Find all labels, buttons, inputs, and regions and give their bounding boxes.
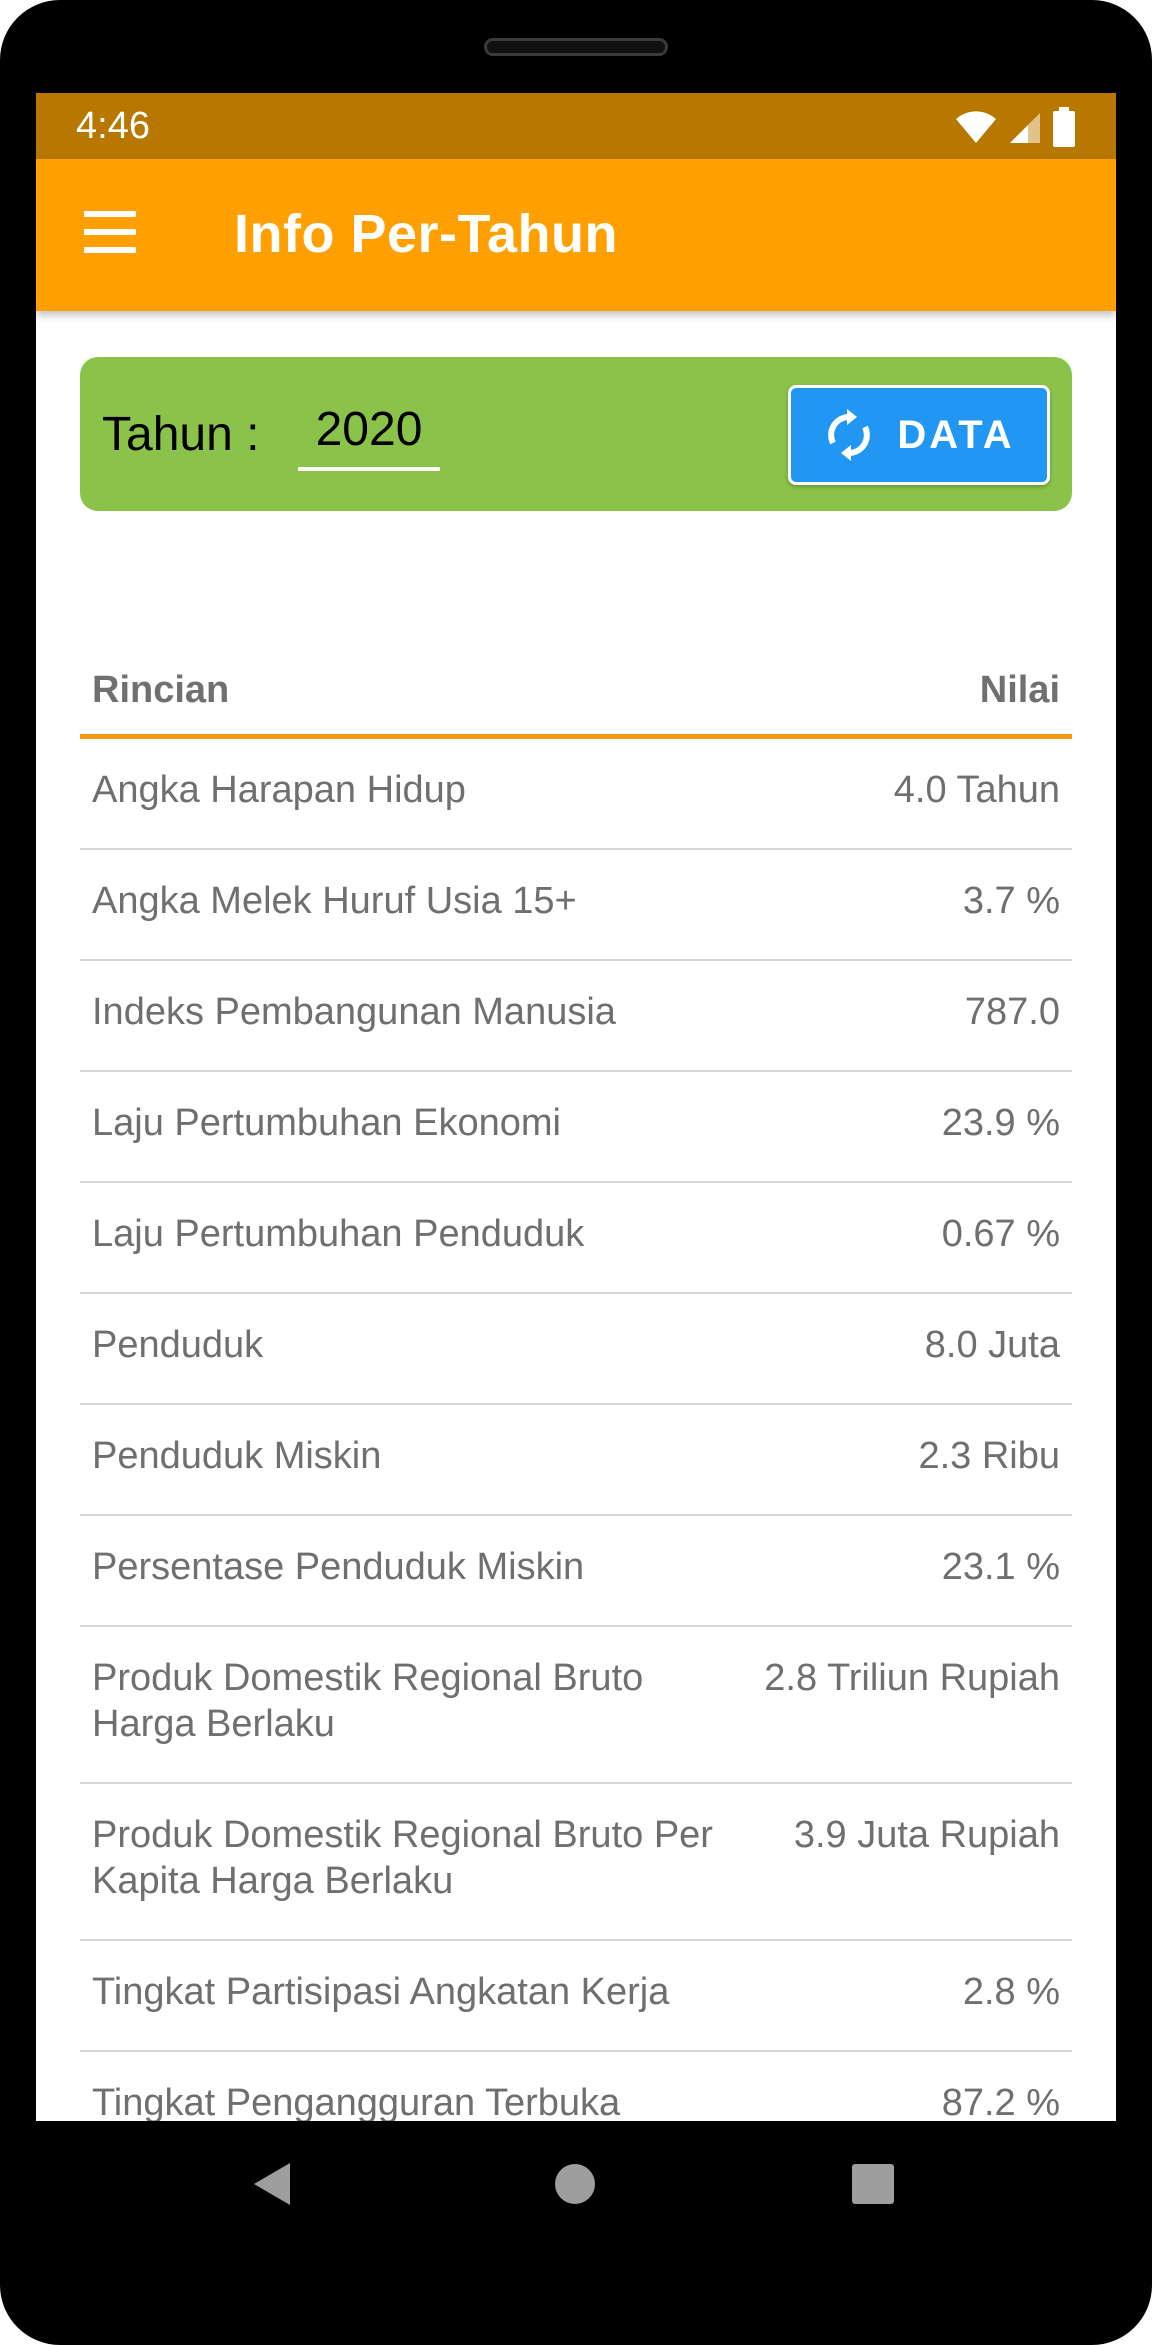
year-label: Tahun : bbox=[102, 408, 260, 461]
column-header-nilai: Nilai bbox=[979, 669, 1060, 711]
row-value: 23.1 % bbox=[941, 1546, 1060, 1588]
row-value: 787.0 bbox=[964, 991, 1060, 1033]
table-row: Laju Pertumbuhan Ekonomi 23.9 % bbox=[80, 1072, 1072, 1183]
row-value: 2.8 Triliun Rupiah bbox=[764, 1657, 1060, 1699]
row-label: Indeks Pembangunan Manusia bbox=[92, 991, 616, 1033]
refresh-icon bbox=[828, 409, 871, 461]
table-row: Persentase Penduduk Miskin 23.1 % bbox=[80, 1516, 1072, 1627]
hamburger-menu-icon[interactable] bbox=[84, 211, 136, 259]
row-value: 0.67 % bbox=[941, 1213, 1060, 1255]
row-label: Angka Melek Huruf Usia 15+ bbox=[92, 880, 577, 922]
row-label: Penduduk Miskin bbox=[92, 1435, 382, 1477]
row-label: Penduduk bbox=[92, 1324, 264, 1366]
table-row: Produk Domestik Regional Bruto Per Kapit… bbox=[80, 1784, 1072, 1941]
row-value: 3.9 Juta Rupiah bbox=[793, 1814, 1060, 1856]
status-icons bbox=[954, 105, 1076, 149]
battery-icon bbox=[1053, 107, 1075, 147]
info-table: Rincian Nilai Angka Harapan Hidup 4.0 Ta… bbox=[80, 633, 1072, 2121]
row-label: Produk Domestik Regional Bruto Per Kapit… bbox=[92, 1814, 713, 1902]
status-bar: 4:46 bbox=[36, 93, 1116, 159]
table-row: Angka Melek Huruf Usia 15+ 3.7 % bbox=[80, 850, 1072, 961]
back-icon[interactable] bbox=[252, 2161, 292, 2207]
row-value: 3.7 % bbox=[962, 880, 1060, 922]
app-bar: Info Per-Tahun bbox=[36, 159, 1116, 311]
row-value: 87.2 % bbox=[941, 2082, 1060, 2121]
year-input[interactable]: 2020 bbox=[298, 401, 440, 471]
table-row: Penduduk Miskin 2.3 Ribu bbox=[80, 1405, 1072, 1516]
wifi-icon bbox=[956, 111, 996, 143]
home-icon[interactable] bbox=[554, 2163, 596, 2205]
column-header-rincian: Rincian bbox=[92, 669, 230, 711]
data-button-label: DATA bbox=[897, 412, 1015, 457]
table-row: Tingkat Partisipasi Angkatan Kerja 2.8 % bbox=[80, 1941, 1072, 2052]
page-title: Info Per-Tahun bbox=[234, 204, 618, 264]
row-label: Angka Harapan Hidup bbox=[92, 769, 466, 811]
data-button[interactable]: DATA bbox=[788, 385, 1050, 485]
row-label: Tingkat Pengangguran Terbuka bbox=[92, 2082, 621, 2121]
row-label: Laju Pertumbuhan Ekonomi bbox=[92, 1102, 561, 1144]
row-label: Tingkat Partisipasi Angkatan Kerja bbox=[92, 1971, 670, 2013]
recent-apps-icon[interactable] bbox=[852, 2164, 894, 2204]
year-selector-card: Tahun : 2020 DATA bbox=[80, 357, 1072, 511]
row-label: Persentase Penduduk Miskin bbox=[92, 1546, 585, 1588]
screen: 4:46 Info Per-Tahun Tahun: 2020 DATA Ri… bbox=[36, 93, 1116, 2121]
status-time: 4:46 bbox=[76, 105, 150, 147]
row-value: 8.0 Juta bbox=[924, 1324, 1060, 1366]
row-label: Laju Pertumbuhan Penduduk bbox=[92, 1213, 585, 1255]
row-value: 4.0 Tahun bbox=[893, 769, 1060, 811]
row-label: Produk Domestik Regional Bruto Harga Ber… bbox=[92, 1657, 644, 1745]
table-row: Tingkat Pengangguran Terbuka 87.2 % bbox=[80, 2052, 1072, 2121]
table-row: Angka Harapan Hidup 4.0 Tahun bbox=[80, 739, 1072, 850]
table-row: Produk Domestik Regional Bruto Harga Ber… bbox=[80, 1627, 1072, 1784]
row-value: 23.9 % bbox=[941, 1102, 1060, 1144]
row-value: 2.3 Ribu bbox=[918, 1435, 1060, 1477]
speaker-grille bbox=[484, 38, 668, 56]
table-row: Penduduk 8.0 Juta bbox=[80, 1294, 1072, 1405]
cell-signal-icon bbox=[1010, 113, 1040, 143]
table-row: Laju Pertumbuhan Penduduk 0.67 % bbox=[80, 1183, 1072, 1294]
row-value: 2.8 % bbox=[962, 1971, 1060, 2013]
system-nav-bar bbox=[0, 2121, 1152, 2281]
table-row: Indeks Pembangunan Manusia 787.0 bbox=[80, 961, 1072, 1072]
table-header: Rincian Nilai bbox=[80, 633, 1072, 739]
phone-frame: 4:46 Info Per-Tahun Tahun: 2020 DATA Ri… bbox=[0, 0, 1152, 2345]
